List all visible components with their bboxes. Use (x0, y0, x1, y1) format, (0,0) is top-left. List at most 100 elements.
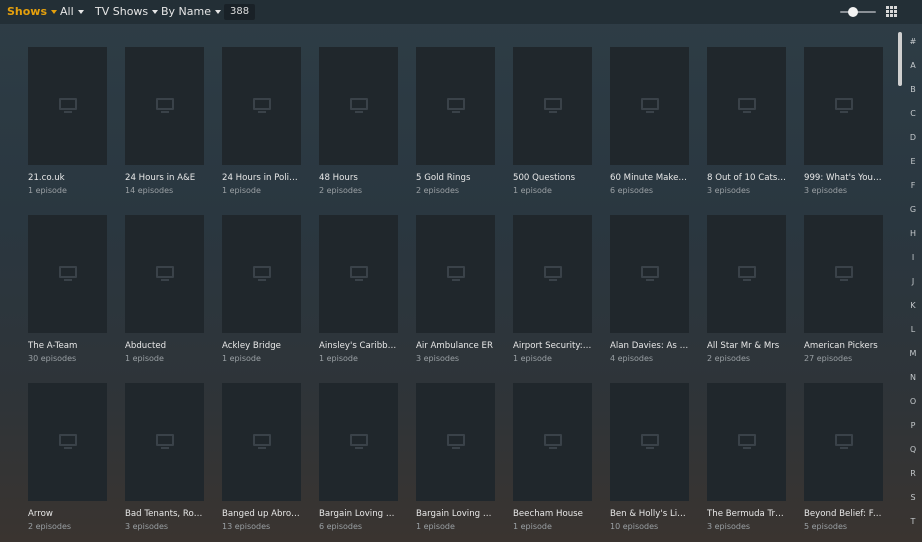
sort-dropdown[interactable]: By Name (161, 4, 222, 20)
poster-placeholder[interactable] (707, 215, 786, 333)
alphabet-letter[interactable]: G (910, 204, 916, 228)
show-card[interactable]: 500 Questions 1 episode (513, 47, 592, 195)
show-title[interactable]: 8 Out of 10 Cats Does Countdown (707, 173, 786, 184)
alphabet-letter[interactable]: H (910, 228, 916, 252)
show-card[interactable]: 24 Hours in Police Custody 1 episode (222, 47, 301, 195)
show-title[interactable]: 24 Hours in Police Custody (222, 173, 301, 184)
alphabet-letter[interactable]: D (910, 132, 916, 156)
poster-placeholder[interactable] (804, 383, 883, 501)
alphabet-letter[interactable]: B (910, 84, 916, 108)
poster-placeholder[interactable] (222, 47, 301, 165)
poster-placeholder[interactable] (416, 383, 495, 501)
show-title[interactable]: 21.co.uk (28, 173, 107, 184)
show-title[interactable]: Bargain Loving Brits by the Sea (416, 509, 495, 520)
alphabet-letter[interactable]: # (910, 36, 917, 60)
poster-placeholder[interactable] (513, 383, 592, 501)
poster-placeholder[interactable] (610, 383, 689, 501)
alphabet-letter[interactable]: E (910, 156, 915, 180)
show-card[interactable]: Beecham House 1 episode (513, 383, 592, 531)
show-title[interactable]: Ackley Bridge (222, 341, 301, 352)
show-title[interactable]: The A-Team (28, 341, 107, 352)
show-card[interactable]: 999: What's Your Emergency? 3 episodes (804, 47, 883, 195)
poster-placeholder[interactable] (610, 47, 689, 165)
show-title[interactable]: Airport Security: Peru (513, 341, 592, 352)
poster-placeholder[interactable] (416, 215, 495, 333)
type-dropdown[interactable]: TV Shows (95, 4, 159, 20)
poster-placeholder[interactable] (222, 383, 301, 501)
alphabet-letter[interactable]: C (910, 108, 916, 132)
show-card[interactable]: Ainsley's Caribbean Kitchen 1 episode (319, 215, 398, 363)
show-card[interactable]: The A-Team 30 episodes (28, 215, 107, 363)
show-card[interactable]: 5 Gold Rings 2 episodes (416, 47, 495, 195)
show-card[interactable]: Ackley Bridge 1 episode (222, 215, 301, 363)
show-title[interactable]: Beyond Belief: Fact or Fiction (804, 509, 883, 520)
show-card[interactable]: Abducted 1 episode (125, 215, 204, 363)
grid-icon[interactable] (886, 6, 897, 17)
show-card[interactable]: All Star Mr & Mrs 2 episodes (707, 215, 786, 363)
shows-dropdown[interactable]: Shows (7, 4, 58, 20)
show-title[interactable]: 60 Minute Makeover (610, 173, 689, 184)
poster-placeholder[interactable] (513, 47, 592, 165)
show-title[interactable]: American Pickers (804, 341, 883, 352)
show-card[interactable]: Bad Tenants, Rogue Landlords 3 episodes (125, 383, 204, 531)
show-card[interactable]: 24 Hours in A&E 14 episodes (125, 47, 204, 195)
show-card[interactable]: Arrow 2 episodes (28, 383, 107, 531)
show-title[interactable]: The Bermuda Triangle (707, 509, 786, 520)
alphabet-letter[interactable]: A (910, 60, 915, 84)
show-card[interactable]: 21.co.uk 1 episode (28, 47, 107, 195)
poster-placeholder[interactable] (707, 383, 786, 501)
show-title[interactable]: Ainsley's Caribbean Kitchen (319, 341, 398, 352)
show-title[interactable]: Bargain Loving Brits in the Sun (319, 509, 398, 520)
poster-placeholder[interactable] (125, 47, 204, 165)
alphabet-letter[interactable]: I (912, 252, 914, 276)
poster-placeholder[interactable] (804, 47, 883, 165)
show-card[interactable]: Alan Davies: As Yet Untitled 4 episodes (610, 215, 689, 363)
show-card[interactable]: Beyond Belief: Fact or Fiction 5 episodes (804, 383, 883, 531)
poster-placeholder[interactable] (804, 215, 883, 333)
alphabet-letter[interactable]: J (912, 276, 914, 300)
alphabet-letter[interactable]: N (910, 372, 916, 396)
show-title[interactable]: Banged up Abroad (222, 509, 301, 520)
poster-placeholder[interactable] (28, 47, 107, 165)
show-title[interactable]: Air Ambulance ER (416, 341, 495, 352)
show-card[interactable]: 48 Hours 2 episodes (319, 47, 398, 195)
alphabet-letter[interactable]: F (911, 180, 916, 204)
show-title[interactable]: Ben & Holly's Little Kingdom (610, 509, 689, 520)
alphabet-letter[interactable]: O (910, 396, 916, 420)
filter-dropdown[interactable]: All (60, 4, 84, 20)
poster-placeholder[interactable] (125, 383, 204, 501)
alphabet-letter[interactable]: P (911, 420, 916, 444)
poster-placeholder[interactable] (319, 383, 398, 501)
scrollbar-thumb[interactable] (898, 32, 902, 86)
show-card[interactable]: 60 Minute Makeover 6 episodes (610, 47, 689, 195)
alphabet-letter[interactable]: M (910, 348, 917, 372)
show-card[interactable]: Ben & Holly's Little Kingdom 10 episodes (610, 383, 689, 531)
show-title[interactable]: Arrow (28, 509, 107, 520)
show-title[interactable]: 24 Hours in A&E (125, 173, 204, 184)
show-title[interactable]: Abducted (125, 341, 204, 352)
alphabet-letter[interactable]: Q (910, 444, 916, 468)
show-title[interactable]: 500 Questions (513, 173, 592, 184)
show-title[interactable]: Beecham House (513, 509, 592, 520)
show-title[interactable]: All Star Mr & Mrs (707, 341, 786, 352)
poster-placeholder[interactable] (707, 47, 786, 165)
poster-placeholder[interactable] (28, 383, 107, 501)
show-card[interactable]: Air Ambulance ER 3 episodes (416, 215, 495, 363)
show-title[interactable]: Bad Tenants, Rogue Landlords (125, 509, 204, 520)
show-card[interactable]: The Bermuda Triangle 3 episodes (707, 383, 786, 531)
poster-placeholder[interactable] (319, 47, 398, 165)
slider-handle[interactable] (848, 7, 859, 17)
alphabet-letter[interactable]: R (910, 468, 916, 492)
show-card[interactable]: Bargain Loving Brits in the Sun 6 episode… (319, 383, 398, 531)
show-card[interactable]: American Pickers 27 episodes (804, 215, 883, 363)
poster-placeholder[interactable] (416, 47, 495, 165)
poster-placeholder[interactable] (125, 215, 204, 333)
poster-placeholder[interactable] (222, 215, 301, 333)
show-title[interactable]: 5 Gold Rings (416, 173, 495, 184)
show-card[interactable]: Airport Security: Peru 1 episode (513, 215, 592, 363)
alphabet-letter[interactable]: S (910, 492, 915, 516)
show-title[interactable]: 999: What's Your Emergency? (804, 173, 883, 184)
alphabet-letter[interactable]: K (910, 300, 915, 324)
poster-placeholder[interactable] (28, 215, 107, 333)
poster-placeholder[interactable] (610, 215, 689, 333)
